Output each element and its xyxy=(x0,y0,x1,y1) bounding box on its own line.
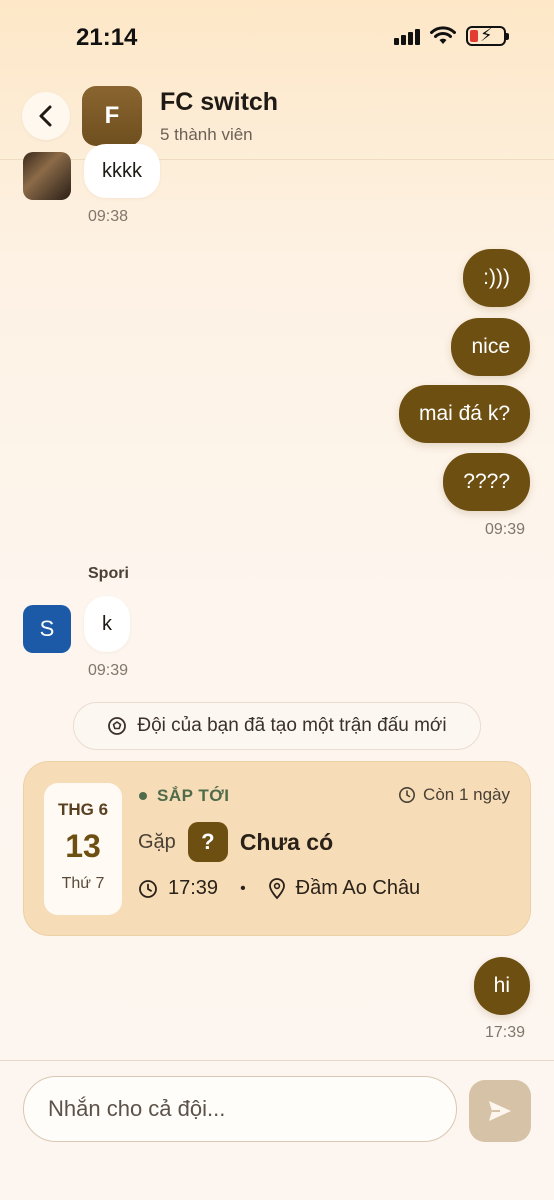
location-pin-icon xyxy=(268,877,285,899)
chevron-left-icon xyxy=(39,105,52,127)
message-text: k xyxy=(102,612,112,635)
soccer-ball-icon xyxy=(108,717,127,735)
message-text: nice xyxy=(471,335,510,358)
outgoing-message-bubble[interactable]: mai đá k? xyxy=(398,385,530,443)
group-name[interactable]: FC switch xyxy=(160,88,278,117)
back-button[interactable] xyxy=(22,92,70,140)
match-month: THG 6 xyxy=(57,800,109,819)
composer-bar xyxy=(0,1060,554,1200)
venue: Đầm Ao Châu xyxy=(295,877,421,899)
incoming-message-bubble[interactable]: kkkk xyxy=(84,144,160,198)
cellular-signal-icon xyxy=(394,27,420,45)
match-countdown: Còn 1 ngày xyxy=(398,785,510,805)
status-dot-icon xyxy=(139,792,147,800)
status-icons: ⚡ xyxy=(394,25,509,46)
message-input[interactable] xyxy=(23,1076,457,1142)
outgoing-message-bubble[interactable]: :))) xyxy=(463,249,530,307)
message-time: 09:38 xyxy=(88,208,129,225)
countdown-text: Còn 1 ngày xyxy=(423,785,510,804)
separator: • xyxy=(240,879,246,897)
match-status-label: SẮP TỚI xyxy=(157,786,230,805)
vs-label: Gặp xyxy=(138,830,176,853)
status-bar: 21:14 ⚡ xyxy=(0,0,554,76)
opponent-icon: ? xyxy=(187,822,228,862)
chat-header: F FC switch 5 thành viên xyxy=(0,76,554,160)
message-text: :))) xyxy=(483,266,510,289)
sender-name: Spori xyxy=(88,565,129,582)
status-time: 21:14 xyxy=(76,24,138,51)
match-day: 13 xyxy=(65,828,101,864)
outgoing-message-bubble[interactable]: ???? xyxy=(443,453,530,511)
clock-icon xyxy=(139,879,157,898)
wifi-icon xyxy=(430,26,456,44)
match-status: SẮP TỚI xyxy=(139,786,229,806)
member-count: 5 thành viên xyxy=(160,125,253,144)
battery-icon: ⚡ xyxy=(466,25,509,46)
group-avatar[interactable]: F xyxy=(82,86,142,146)
send-button[interactable] xyxy=(469,1080,531,1142)
system-notice-text: Đội của bạn đã tạo một trận đấu mới xyxy=(137,715,447,736)
message-text: hi xyxy=(493,974,510,997)
opponent-row: Gặp ? Chưa có xyxy=(138,822,333,862)
incoming-message-bubble[interactable]: k xyxy=(84,596,130,652)
kickoff-time: 17:39 xyxy=(168,877,219,899)
sender-avatar[interactable] xyxy=(23,152,71,200)
message-time: 09:39 xyxy=(88,662,129,679)
match-details: 17:39 • Đầm Ao Châu xyxy=(138,877,420,900)
clock-icon xyxy=(399,787,416,803)
match-date: THG 6 13 Thứ 7 xyxy=(44,783,122,915)
sender-avatar[interactable]: S xyxy=(23,605,71,653)
system-notice: Đội của bạn đã tạo một trận đấu mới xyxy=(73,702,481,750)
opponent-name: Chưa có xyxy=(239,828,334,855)
match-weekday: Thứ 7 xyxy=(61,875,105,892)
message-text: kkkk xyxy=(102,159,142,182)
outgoing-message-bubble[interactable]: hi xyxy=(473,957,530,1015)
message-text: ???? xyxy=(463,470,510,493)
match-card[interactable]: THG 6 13 Thứ 7 SẮP TỚI Còn 1 ngày Gặp ? … xyxy=(23,761,531,936)
outgoing-message-bubble[interactable]: nice xyxy=(451,318,530,376)
message-text: mai đá k? xyxy=(418,402,510,425)
message-time: 09:39 xyxy=(484,521,525,538)
message-time: 17:39 xyxy=(484,1024,525,1041)
send-icon xyxy=(489,1101,511,1121)
